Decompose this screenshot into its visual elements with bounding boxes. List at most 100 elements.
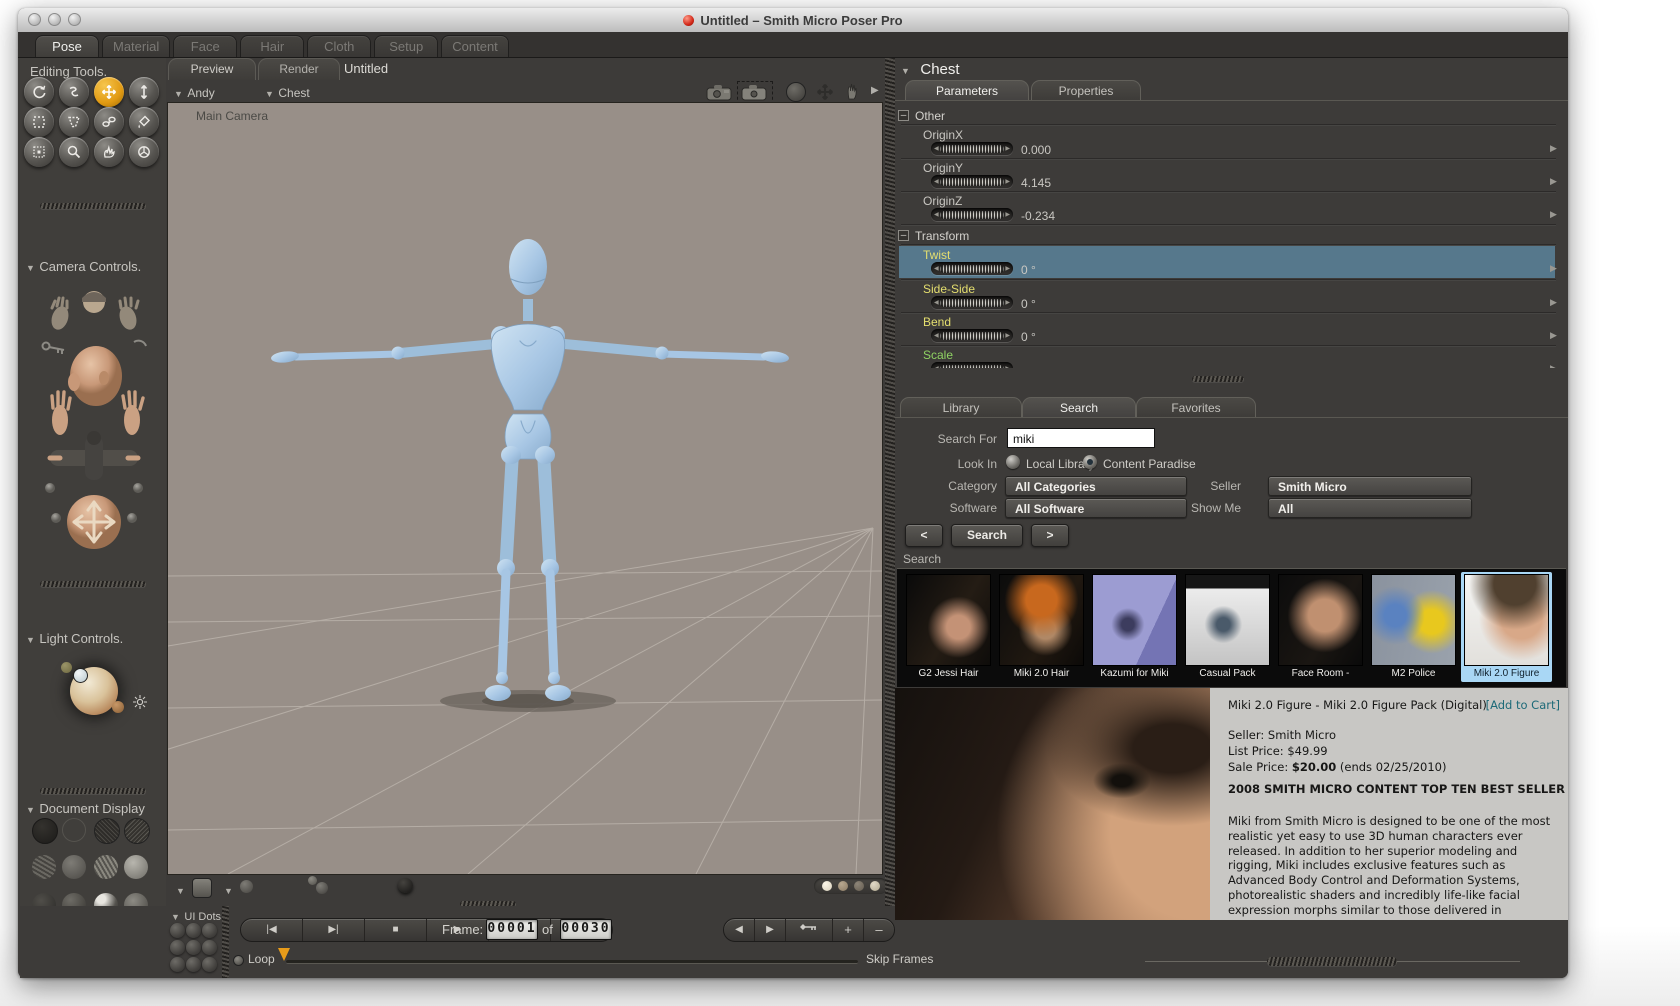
camera-controls-header[interactable]: ▼ Camera Controls. [26,258,141,276]
twist-dial[interactable]: ◀ ▶ [931,262,1013,275]
dot-icon[interactable] [822,881,832,891]
ui-dot-button[interactable] [170,957,185,972]
shadow-toggle-icon[interactable] [398,878,413,893]
originz-dial[interactable]: ◀ ▶ [931,208,1013,221]
figure-mannequin[interactable] [271,239,790,701]
actor-dropdown[interactable]: ▼ Chest [265,84,310,102]
display-style-flat-button[interactable] [62,855,86,879]
depth-cue-icon-2[interactable] [316,882,328,894]
tab-cloth[interactable]: Cloth [307,35,372,57]
add-to-cart-link[interactable]: [Add to Cart] [1486,698,1560,712]
skip-frames-label[interactable]: Skip Frames [866,952,933,966]
title-bar[interactable]: Untitled – Smith Micro Poser Pro [18,8,1568,33]
content-paradise-label[interactable]: Content Paradise [1103,457,1196,471]
trackball-mini-icon[interactable] [786,82,806,102]
library-resize-handle[interactable] [1267,957,1397,966]
tab-preview[interactable]: Preview [168,58,256,80]
loop-toggle[interactable] [233,955,244,966]
next-keyframe-button[interactable]: ▶ [755,919,786,941]
param-menu-arrow[interactable]: ▶ [1550,143,1557,154]
ui-dot-button[interactable] [186,957,201,972]
ui-dot-button[interactable] [202,940,217,955]
tab-render[interactable]: Render [258,58,340,80]
translate-tool-button[interactable] [94,77,124,107]
result-thumbnail[interactable] [1371,574,1456,666]
move-xy-icon[interactable] [816,83,834,101]
dot-icon[interactable] [870,881,880,891]
result-item[interactable]: Face Room - [1275,572,1366,682]
stop-button[interactable]: ■ [365,919,427,941]
originy-dial[interactable]: ◀ ▶ [931,175,1013,188]
scale-dial[interactable]: ◀▶ [931,362,1013,368]
ui-dot-button[interactable] [202,957,217,972]
tab-face[interactable]: Face [173,35,238,57]
search-button[interactable]: Search [951,524,1023,547]
result-thumbnail[interactable] [1278,574,1363,666]
local-library-radio[interactable] [1006,455,1020,469]
add-keyframe-button[interactable]: + [833,919,864,941]
originx-dial[interactable]: ◀ ▶ [931,142,1013,155]
camera-dots-indicator[interactable] [814,878,888,894]
display-style-sketch-button[interactable] [94,855,118,879]
edit-keyframes-button[interactable] [786,919,833,941]
total-frames-field[interactable]: 00030 [560,919,612,940]
doc-style-dropdown[interactable]: ▼ [176,881,185,899]
view-magnifier-tool-button[interactable] [59,137,89,167]
translate-inout-tool-button[interactable] [129,77,159,107]
chain-break-tool-button[interactable] [94,107,124,137]
software-select[interactable]: All Software [1005,498,1187,518]
ui-dot-button[interactable] [186,923,201,938]
light-indicator-icon[interactable] [112,701,124,713]
prev-page-button[interactable]: < [905,524,943,547]
bend-dial[interactable]: ◀ ▶ [931,329,1013,342]
result-thumbnail[interactable] [1464,574,1549,666]
taper-tool-button[interactable] [59,107,89,137]
tracking-dropdown[interactable]: ▼ [224,881,233,899]
show-me-select[interactable]: All [1268,498,1472,518]
tracking-orb-icon[interactable] [240,880,253,893]
search-input[interactable]: miki [1007,428,1155,448]
direct-manipulation-tool-button[interactable] [129,137,159,167]
category-select[interactable]: All Categories [1005,476,1187,496]
result-thumbnail[interactable] [1185,574,1270,666]
result-thumbnail[interactable] [999,574,1084,666]
tab-material[interactable]: Material [102,35,171,57]
face-camera-icon[interactable] [706,84,732,101]
display-style-outline-button[interactable] [62,818,86,842]
display-style-lit-wireframe-button[interactable] [32,855,56,879]
result-item[interactable]: Kazumi for Miki [1089,572,1180,682]
ui-dot-button[interactable] [186,940,201,955]
tab-hair[interactable]: Hair [240,35,305,57]
collapse-group-icon[interactable]: – [898,230,909,241]
light-indicator-icon[interactable] [73,668,88,683]
sun-icon[interactable] [132,694,148,710]
delete-keyframe-button[interactable]: – [864,919,894,941]
result-thumbnail[interactable] [906,574,991,666]
color-tool-button[interactable] [129,107,159,137]
ui-dot-button[interactable] [202,923,217,938]
document-display-header[interactable]: ▼ Document Display [26,800,145,818]
param-menu-arrow[interactable]: ▶ [1550,330,1557,341]
dot-icon[interactable] [838,881,848,891]
sidebar-divider[interactable] [40,203,146,209]
morph-tool-button[interactable] [94,137,124,167]
scale-tool-button[interactable] [24,107,54,137]
ui-dot-button[interactable] [170,923,185,938]
hand-icon[interactable] [846,81,858,101]
twist-tool-button[interactable] [59,77,89,107]
panel-splitter[interactable] [885,58,895,906]
display-style-hidden-line-button[interactable] [124,818,150,844]
grouping-tool-button[interactable] [24,137,54,167]
camera-controls-graphic[interactable] [38,280,150,576]
light-indicator-icon[interactable] [61,662,72,673]
prev-keyframe-button[interactable]: ◀ [724,919,755,941]
param-menu-arrow[interactable]: ▶ [1550,209,1557,220]
ui-dot-button[interactable] [170,940,185,955]
param-menu-arrow[interactable]: ▶ [1550,297,1557,308]
tab-library[interactable]: Library [900,397,1022,418]
param-menu-arrow[interactable]: ▶ [1550,263,1557,274]
display-style-wireframe-button[interactable] [94,818,120,844]
tab-favorites[interactable]: Favorites [1136,397,1256,418]
param-menu-arrow[interactable]: ▶ [1550,363,1557,368]
result-item-selected[interactable]: Miki 2.0 Figure [1461,572,1552,682]
